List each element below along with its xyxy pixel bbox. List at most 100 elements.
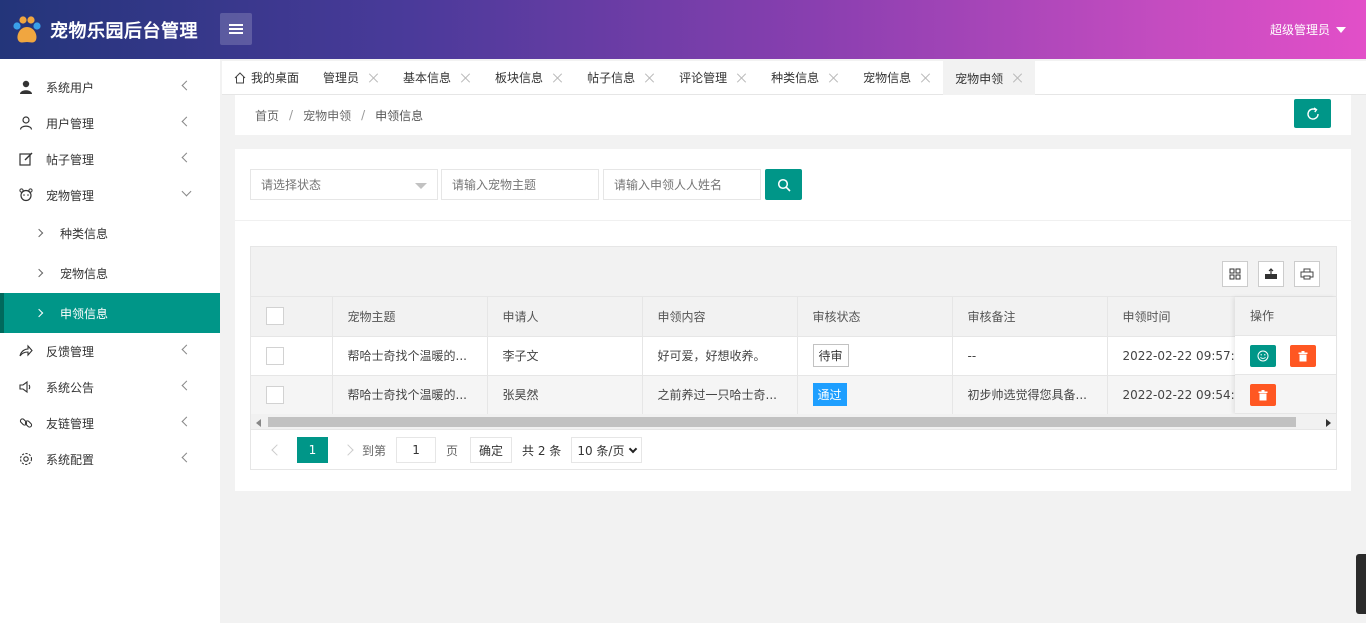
scroll-thumb[interactable] (268, 417, 1296, 427)
content-card: 请选择状态 请输入宠物主题 请输入申领人人姓名 宠物主题 申请人 申领内容 审核… (235, 149, 1351, 491)
sidebar-subitem-label: 种类信息 (60, 226, 109, 241)
total-count: 共 2 条 (522, 443, 562, 458)
row-checkbox[interactable] (266, 385, 284, 404)
sidebar-item-label: 系统用户 (46, 80, 95, 95)
tab-label: 评论管理 (679, 71, 728, 85)
user-menu[interactable]: 超级管理员 (1270, 0, 1346, 59)
sidebar-item-pet-management[interactable]: 宠物管理 (0, 177, 220, 213)
tab-label: 宠物信息 (863, 71, 912, 85)
sidebar-subitem-label: 申领信息 (60, 306, 109, 321)
current-page[interactable]: 1 (297, 437, 328, 463)
columns-filter-button[interactable] (1222, 261, 1248, 287)
horizontal-scrollbar[interactable] (251, 414, 1336, 430)
cell-time: 2022-02-22 09:57:41 (1107, 336, 1251, 376)
search-button[interactable] (765, 169, 802, 200)
print-button[interactable] (1294, 261, 1320, 287)
chevron-left-icon (181, 452, 192, 463)
column-header-time[interactable]: 申领时间 (1107, 297, 1251, 337)
tab-pet-adoption[interactable]: 宠物申领 (943, 61, 1036, 95)
cell-content: 之前养过一只哈士奇... (642, 375, 798, 415)
sidebar-item-system-config[interactable]: 系统配置 (0, 441, 220, 477)
tab-desktop[interactable]: 我的桌面 (222, 61, 311, 94)
breadcrumb-separator: / (361, 108, 366, 122)
close-icon[interactable] (553, 73, 563, 83)
chevron-down-icon (629, 444, 638, 453)
breadcrumb-section[interactable]: 宠物申领 (303, 107, 351, 124)
column-header-status[interactable]: 审核状态 (797, 297, 953, 337)
column-header-content[interactable]: 申领内容 (642, 297, 798, 337)
side-widget-handle[interactable] (1356, 554, 1366, 614)
chevron-down-icon (181, 186, 192, 197)
page-size-select[interactable]: 10 条/页 (571, 437, 643, 463)
tab-species[interactable]: 种类信息 (759, 61, 851, 94)
column-header-topic[interactable]: 宠物主题 (332, 297, 488, 337)
data-table: 宠物主题 申请人 申领内容 审核状态 审核备注 申领时间 帮哈士奇找个温暖的..… (250, 246, 1337, 470)
tab-board-info[interactable]: 板块信息 (483, 61, 575, 94)
applicant-search-input[interactable] (603, 169, 761, 200)
close-icon[interactable] (829, 73, 839, 83)
topic-search-input[interactable] (441, 169, 599, 200)
delete-button[interactable] (1290, 345, 1316, 367)
chevron-right-icon (34, 268, 44, 278)
chevron-left-icon (181, 80, 192, 91)
breadcrumb-home[interactable]: 首页 (255, 107, 279, 124)
row-select-cell[interactable] (251, 375, 333, 415)
grid-icon (1229, 268, 1241, 280)
close-icon[interactable] (737, 73, 747, 83)
scroll-right-icon[interactable] (1326, 419, 1331, 427)
column-header-applicant[interactable]: 申请人 (487, 297, 643, 337)
close-icon[interactable] (461, 73, 471, 83)
close-icon[interactable] (921, 73, 931, 83)
goto-confirm-button[interactable]: 确定 (470, 437, 513, 463)
chevron-left-icon (181, 416, 192, 427)
sidebar-item-system-users[interactable]: 系统用户 (0, 69, 220, 105)
export-icon (1265, 268, 1277, 279)
sidebar-subitem-pets[interactable]: 宠物信息 (0, 253, 220, 293)
operations-column: 操作 (1235, 297, 1336, 414)
prev-page-icon[interactable] (271, 444, 283, 456)
sidebar-item-feedback[interactable]: 反馈管理 (0, 333, 220, 369)
close-icon[interactable] (1013, 73, 1023, 83)
row-select-cell[interactable] (251, 336, 333, 376)
refresh-button[interactable] (1294, 99, 1331, 128)
column-header-remark[interactable]: 审核备注 (952, 297, 1108, 337)
row-checkbox[interactable] (266, 346, 284, 365)
select-all-cell[interactable] (251, 297, 333, 337)
sidebar-item-post-management[interactable]: 帖子管理 (0, 141, 220, 177)
sidebar-item-links[interactable]: 友链管理 (0, 405, 220, 441)
share-icon (18, 343, 34, 359)
search-icon (777, 178, 791, 192)
sidebar-item-announcement[interactable]: 系统公告 (0, 369, 220, 405)
tab-pets[interactable]: 宠物信息 (851, 61, 943, 94)
tab-admins[interactable]: 管理员 (311, 61, 391, 94)
status-badge: 待审 (812, 344, 849, 367)
filter-bar: 请选择状态 (250, 169, 802, 200)
smile-icon (1257, 350, 1269, 362)
tab-bar: 我的桌面 管理员 基本信息 板块信息 帖子信息 评论管理 种类信息 宠物信息 宠… (222, 61, 1366, 95)
paw-logo-icon (13, 15, 41, 42)
scroll-left-icon[interactable] (256, 419, 261, 427)
select-all-checkbox[interactable] (266, 307, 284, 326)
sidebar-item-user-management[interactable]: 用户管理 (0, 105, 220, 141)
cell-applicant: 李子文 (487, 336, 643, 376)
goto-label: 到第 (362, 443, 387, 458)
tab-post-info[interactable]: 帖子信息 (575, 61, 667, 94)
tab-comments[interactable]: 评论管理 (667, 61, 759, 94)
export-button[interactable] (1258, 261, 1284, 287)
approve-button[interactable] (1250, 345, 1276, 367)
next-page-icon[interactable] (342, 444, 354, 456)
delete-button[interactable] (1250, 384, 1276, 406)
sidebar-subitem-adoption[interactable]: 申领信息 (0, 293, 220, 333)
close-icon[interactable] (645, 73, 655, 83)
tab-label: 种类信息 (771, 71, 820, 85)
close-icon[interactable] (369, 73, 379, 83)
cell-status: 待审 (797, 336, 953, 376)
tab-label: 管理员 (323, 71, 360, 85)
tab-basic-info[interactable]: 基本信息 (391, 61, 483, 94)
sidebar-subitem-species[interactable]: 种类信息 (0, 213, 220, 253)
goto-page-input[interactable] (396, 437, 437, 463)
tab-label: 板块信息 (495, 71, 544, 85)
menu-toggle-button[interactable] (220, 13, 252, 45)
status-select[interactable]: 请选择状态 (250, 169, 438, 200)
hamburger-icon (229, 28, 243, 30)
